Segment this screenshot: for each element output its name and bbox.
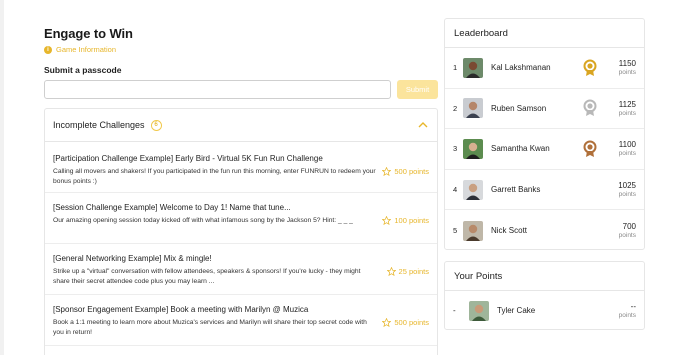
score-value: -- [630,302,636,311]
challenge-points-label: 25 points [398,267,429,276]
challenge-item[interactable]: [General Networking Example] Mix & mingl… [45,244,437,295]
challenge-points: 25 points [386,267,429,276]
leaderboard-score: 1125 points [606,100,636,117]
leaderboard-score: 1150 points [606,59,636,76]
leaderboard-row: 4 Garrett Banks 1025 points [445,170,644,211]
your-points-card: Your Points - Tyler Cake -- points [444,261,645,330]
challenge-points: 500 points [382,318,429,327]
leaderboard-score: 700 points [606,222,636,239]
leaderboard-rank: 4 [453,185,458,195]
leaderboard-row: 1 Kal Lakshmanan 1150 points [445,48,644,89]
challenge-points: 100 points [382,216,429,225]
info-icon: i [44,45,52,54]
leaderboard-name: Kal Lakshmanan [491,63,551,73]
challenge-title: [Session Challenge Example] Welcome to D… [53,203,291,212]
avatar [469,300,489,321]
chevron-up-icon[interactable] [417,119,429,131]
score-value: 700 [622,222,636,232]
challenges-count-badge: 6 [150,119,162,131]
leaderboard-title: Leaderboard [445,19,644,48]
challenge-description: Strike up a "virtual" conversation with … [53,268,361,285]
leaderboard-score: 1025 points [606,181,636,198]
leaderboard-rank: 3 [453,144,458,154]
challenge-points-label: 100 points [394,216,429,225]
leaderboard-name: Ruben Samson [491,103,547,113]
score-unit: points [618,69,636,77]
avatar [463,220,483,241]
left-edge-divider [0,0,4,355]
score-value: 1125 [618,99,636,109]
challenge-points-label: 500 points [394,167,429,176]
challenge-description: Calling all movers and shakers! If you p… [53,168,376,185]
score-value: 1150 [618,59,636,69]
bronze-medal-icon [583,140,597,157]
challenge-item[interactable]: [Participation Challenge Example] Early … [45,142,437,193]
score-value: 1100 [618,140,636,150]
leaderboard-name: Garrett Banks [491,185,541,195]
score-unit: points [618,232,636,240]
your-rank: - [453,306,456,315]
challenge-title: [Participation Challenge Example] Early … [53,154,323,163]
avatar [463,179,483,200]
silver-medal-icon [583,99,597,117]
star-icon [382,216,392,225]
incomplete-challenges-card: Incomplete Challenges 6 [Participation C… [44,108,438,355]
leaderboard-name: Samantha Kwan [491,144,550,154]
star-icon [382,318,392,327]
leaderboard-name: Nick Scott [491,226,528,236]
challenge-points-label: 500 points [394,318,429,327]
challenge-description: Book a 1:1 meeting to learn more about M… [53,319,367,336]
your-points-row: - Tyler Cake -- points [445,291,644,330]
submit-button[interactable]: Submit [397,80,438,99]
gold-medal-icon [583,59,597,76]
challenge-description: Our amazing opening session today kicked… [53,217,353,224]
page-title: Engage to Win [44,26,133,41]
score-unit: points [618,191,636,199]
challenges-title: Incomplete Challenges [53,120,145,130]
leaderboard-rank: 1 [453,63,458,73]
leaderboard-rank: 5 [453,226,458,236]
challenges-header[interactable]: Incomplete Challenges 6 [45,109,437,142]
star-icon [382,167,392,176]
score-unit: points [618,312,636,319]
passcode-row: Submit [44,80,438,99]
challenges-title-group: Incomplete Challenges 6 [53,119,162,131]
leaderboard-row: 3 Samantha Kwan 1100 points [445,129,644,170]
challenge-points: 500 points [382,167,429,176]
challenge-item[interactable]: [Session Challenge Example] Welcome to D… [45,193,437,244]
leaderboard-row: 2 Ruben Samson 1125 points [445,89,644,130]
passcode-input[interactable] [44,80,391,99]
challenge-title: [General Networking Example] Mix & mingl… [53,254,212,263]
leaderboard-card: Leaderboard 1 Kal Lakshmanan 1150 points… [444,18,645,250]
challenge-item[interactable]: [Sponsor Engagement Example] Book a meet… [45,295,437,346]
score-unit: points [618,109,636,117]
your-name: Tyler Cake [497,306,536,315]
score-value: 1025 [618,181,636,191]
avatar [463,57,483,78]
leaderboard-score: 1100 points [606,140,636,157]
your-score: -- points [606,302,636,319]
main-panel: Engage to Win i Game Information Submit … [44,26,438,355]
avatar [463,138,483,159]
game-information-label: Game Information [56,45,117,54]
leaderboard-row: 5 Nick Scott 700 points [445,210,644,251]
your-points-title: Your Points [445,262,644,291]
star-icon [386,267,396,276]
challenge-title: [Sponsor Engagement Example] Book a meet… [53,305,309,314]
avatar [463,98,483,119]
passcode-label: Submit a passcode [44,65,122,75]
leaderboard-rank: 2 [453,103,458,113]
score-unit: points [618,150,636,158]
game-information-link[interactable]: i Game Information [44,45,438,54]
